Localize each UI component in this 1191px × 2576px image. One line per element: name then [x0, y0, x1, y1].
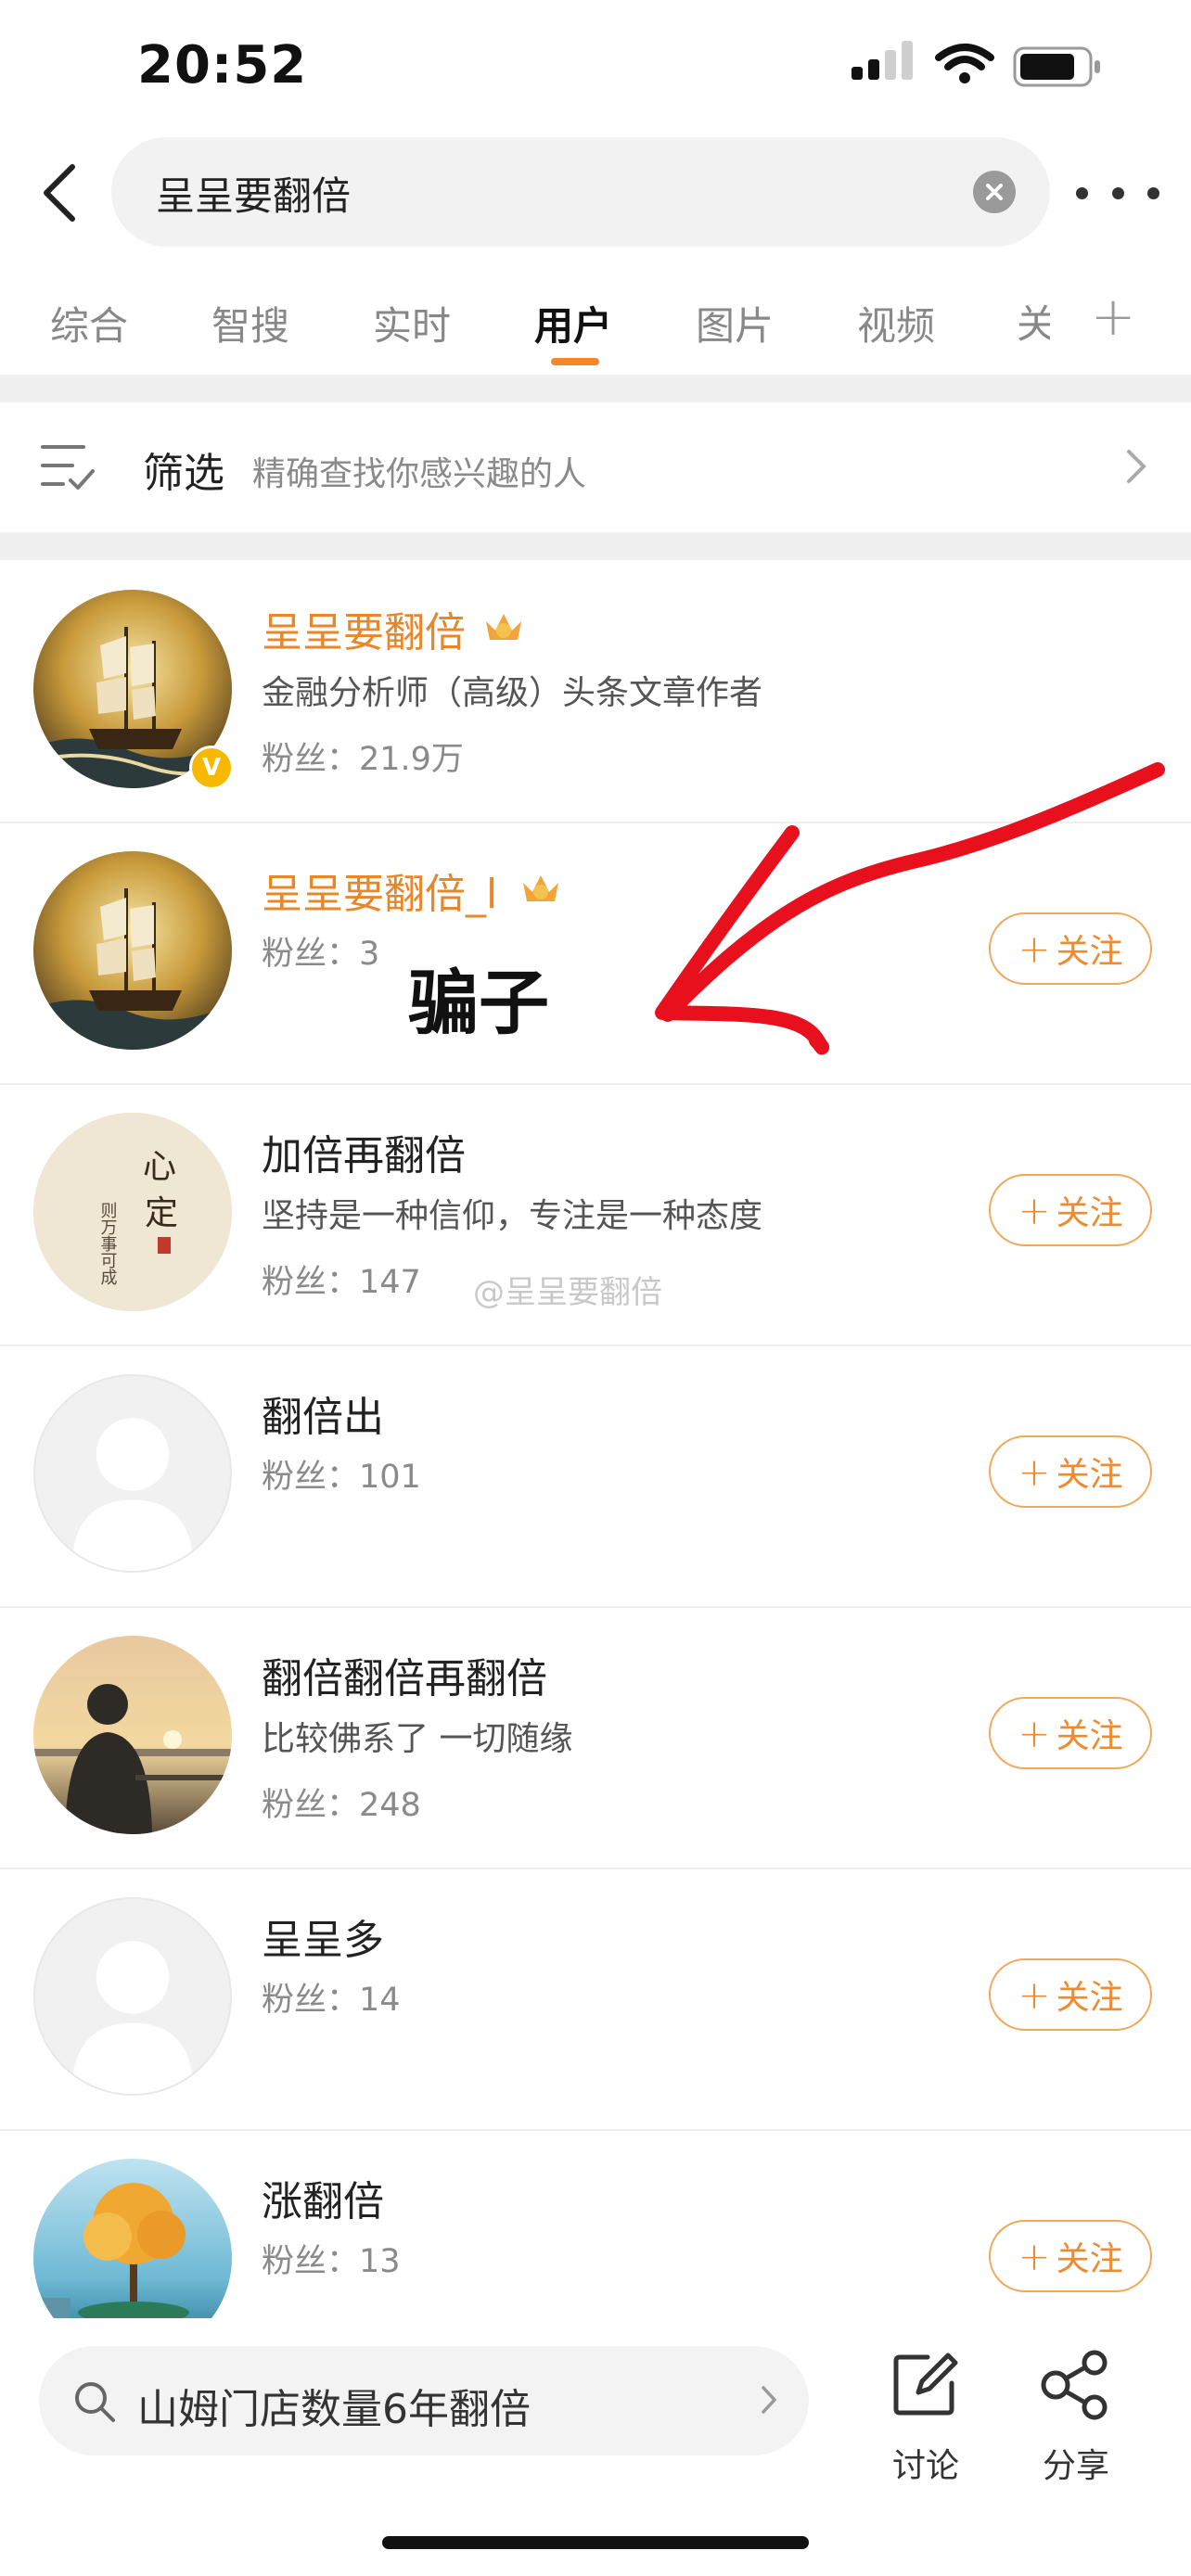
follow-button[interactable]: + 关注 — [989, 1697, 1152, 1769]
user-row[interactable]: 翻倍翻倍再翻倍 比较佛系了 一切随缘 粉丝：248 + 关注 — [0, 1606, 1191, 1869]
user-description: 比较佛系了 一切随缘 — [262, 1720, 573, 1758]
vip-crown-icon — [486, 614, 521, 640]
home-indicator — [382, 2536, 809, 2549]
divider — [0, 532, 1191, 560]
user-name[interactable]: 翻倍翻倍再翻倍 — [262, 1645, 547, 1704]
annotation-text: 骗子 — [408, 962, 549, 1044]
vip-crown-icon — [523, 875, 558, 901]
tab-images[interactable]: 图片 — [696, 295, 774, 351]
avatar-char: 定 — [145, 1194, 178, 1232]
follower-count: 粉丝：21.9万 — [262, 741, 464, 778]
add-tab-button[interactable]: + — [1085, 284, 1141, 349]
user-name[interactable]: 呈呈多 — [262, 1906, 384, 1966]
follow-label: 关注 — [1056, 2240, 1123, 2278]
follower-count: 粉丝：248 — [262, 1787, 421, 1824]
back-arrow-icon — [44, 164, 75, 222]
plus-icon: + — [1018, 1448, 1051, 1495]
filter-hint: 精确查找你感兴趣的人 — [252, 455, 587, 493]
user-name[interactable]: 涨翻倍 — [262, 2168, 384, 2227]
tab-videos[interactable]: 视频 — [857, 295, 935, 351]
user-name[interactable]: 加倍再翻倍 — [262, 1122, 466, 1181]
tab-comprehensive[interactable]: 综合 — [50, 295, 128, 351]
follower-count: 粉丝：3 — [262, 936, 380, 973]
search-icon — [75, 2382, 115, 2422]
status-time: 20:52 — [137, 35, 308, 96]
plus-icon: + — [1018, 1971, 1051, 2018]
annotation-arrow-icon — [655, 762, 1165, 1055]
follower-count: 粉丝：101 — [262, 1459, 421, 1496]
avatar-sunset-person[interactable] — [33, 1636, 232, 1834]
avatar-calligraphy[interactable]: 心 定 则万事可成 — [33, 1113, 232, 1311]
divider — [0, 375, 1191, 402]
avatar-char: 心 — [143, 1148, 176, 1186]
battery-icon — [1013, 46, 1102, 91]
follow-button[interactable]: + 关注 — [989, 1435, 1152, 1508]
tab-smart-search[interactable]: 智搜 — [211, 295, 289, 351]
filter-label: 筛选 — [143, 450, 224, 497]
user-row[interactable]: 呈呈多 粉丝：14 + 关注 — [0, 1868, 1191, 2131]
user-description: 坚持是一种信仰，专注是一种态度 — [262, 1197, 763, 1235]
follower-count: 粉丝：14 — [262, 1982, 401, 2019]
user-name[interactable]: 呈呈要翻倍 — [262, 599, 466, 658]
user-name[interactable]: 翻倍出 — [262, 1384, 384, 1443]
user-name[interactable]: 呈呈要翻倍_l — [262, 861, 497, 920]
follow-button[interactable]: + 关注 — [989, 2220, 1152, 2292]
active-tab-indicator — [551, 358, 599, 365]
follow-label: 关注 — [1056, 1194, 1123, 1232]
back-button[interactable] — [26, 156, 93, 230]
follower-count: 粉丝：13 — [262, 2243, 401, 2280]
search-query: 呈呈要翻倍 — [156, 173, 352, 219]
plus-icon: + — [1018, 1710, 1051, 1756]
tab-partial[interactable]: 关 — [1017, 293, 1050, 349]
close-icon — [986, 184, 1003, 200]
tab-realtime[interactable]: 实时 — [373, 295, 451, 351]
watermark: @呈呈要翻倍 — [473, 1274, 662, 1311]
plus-icon: + — [1018, 1187, 1051, 1233]
share-button[interactable]: 分享 — [1028, 2350, 1124, 2489]
chevron-right-icon — [762, 2386, 777, 2414]
chevron-right-icon — [1126, 449, 1146, 488]
user-row[interactable]: 翻倍出 粉丝：101 + 关注 — [0, 1345, 1191, 1608]
follow-button[interactable]: + 关注 — [989, 1958, 1152, 2031]
filter-icon — [41, 441, 95, 497]
user-description: 金融分析师（高级）头条文章作者 — [262, 674, 763, 712]
clear-search-button[interactable] — [973, 171, 1016, 213]
cellular-signal-icon — [852, 41, 916, 87]
compose-icon — [893, 2353, 958, 2416]
avatar-default[interactable] — [33, 1897, 232, 2096]
avatar-default[interactable] — [33, 1374, 232, 1573]
follower-count: 粉丝：147 — [262, 1264, 421, 1301]
verified-badge-icon: V — [189, 746, 234, 790]
bottom-search-bar[interactable]: 山姆门店数量6年翻倍 — [39, 2346, 809, 2455]
more-dot — [1111, 186, 1124, 199]
trending-search-text: 山姆门店数量6年翻倍 — [137, 2386, 531, 2433]
avatar-char: 则万事可成 — [98, 1202, 118, 1285]
more-options-button[interactable] — [1076, 167, 1159, 219]
more-dot — [1147, 186, 1159, 199]
more-dots-icon — [1076, 186, 1088, 199]
search-input[interactable]: 呈呈要翻倍 — [111, 137, 1050, 247]
follow-button[interactable]: + 关注 — [989, 1174, 1152, 1246]
follow-label: 关注 — [1056, 1717, 1123, 1755]
discuss-label: 讨论 — [891, 2447, 959, 2485]
tab-users[interactable]: 用户 — [534, 295, 612, 351]
wifi-icon — [935, 43, 994, 89]
plus-icon: + — [1018, 2233, 1051, 2279]
filter-row[interactable]: 筛选 精确查找你感兴趣的人 — [0, 402, 1191, 532]
discuss-button[interactable]: 讨论 — [877, 2350, 974, 2489]
avatar-ship[interactable] — [33, 851, 232, 1050]
follow-label: 关注 — [1056, 1979, 1123, 2017]
follow-label: 关注 — [1056, 1456, 1123, 1494]
share-label: 分享 — [1042, 2447, 1109, 2485]
share-icon — [1041, 2350, 1108, 2420]
